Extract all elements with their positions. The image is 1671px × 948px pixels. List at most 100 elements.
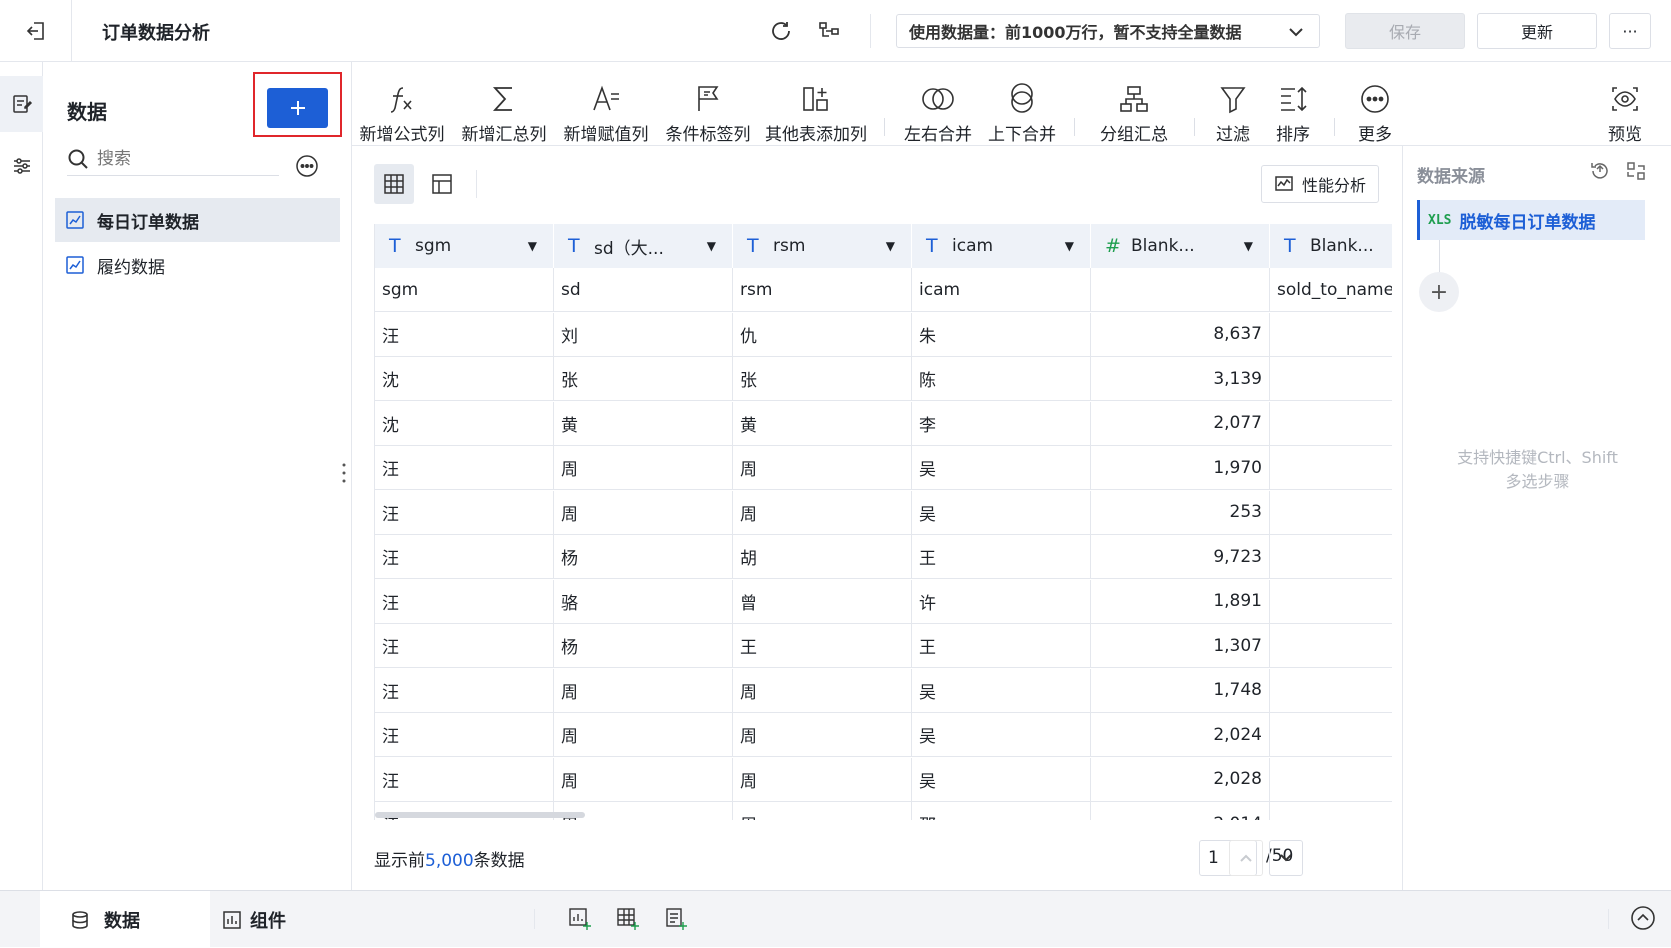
- tool-preview[interactable]: 预览: [1596, 62, 1654, 146]
- table-cell: [1270, 491, 1392, 535]
- grid-view-button[interactable]: [374, 164, 414, 204]
- tool-summary-column[interactable]: 新增汇总列: [454, 62, 554, 146]
- tool-label: 条件标签列: [665, 125, 751, 145]
- dropdown-arrow-icon[interactable]: ▼: [707, 239, 716, 253]
- group-icon: [1120, 86, 1148, 112]
- table-cell: 1,307: [1091, 624, 1270, 668]
- panel-title: 数据来源: [1417, 167, 1485, 187]
- rail-data-button[interactable]: [0, 76, 43, 132]
- dataset-item[interactable]: 每日订单数据: [55, 198, 340, 242]
- tool-condition-tag[interactable]: 条件标签列: [658, 62, 758, 146]
- column-header[interactable]: Tsd（大... ▼: [554, 224, 733, 268]
- column-header[interactable]: Trsm ▼: [733, 224, 912, 268]
- shortcut-hint: 支持快捷键Ctrl、Shift 多选步骤: [1403, 446, 1671, 494]
- collapse-bottom-button[interactable]: [1630, 905, 1656, 935]
- data-usage-select[interactable]: 使用数据量：前1000万行，暂不支持全量数据: [896, 14, 1320, 48]
- tool-filter[interactable]: 过滤: [1204, 62, 1262, 146]
- layout-view-button[interactable]: [422, 164, 462, 204]
- tool-label: 上下合并: [988, 125, 1056, 145]
- tool-sort[interactable]: 排序: [1264, 62, 1322, 146]
- plus-icon: [290, 101, 305, 115]
- table-cell: 2,014: [1091, 802, 1270, 820]
- switch-icon: [1627, 162, 1645, 180]
- divider: [870, 14, 871, 48]
- table-cell: 黄: [554, 401, 733, 446]
- table-cell: 3,139: [1091, 357, 1270, 401]
- table-cell: 2,024: [1091, 713, 1270, 757]
- table-cell: [1270, 446, 1392, 490]
- more-circle-icon: [296, 155, 318, 177]
- more-menu-button[interactable]: ···: [1609, 13, 1651, 49]
- connector-line: [1439, 240, 1440, 274]
- add-table-icon: [617, 908, 639, 930]
- table-cell: 杨: [554, 535, 733, 579]
- add-chart-button[interactable]: [568, 907, 592, 935]
- table-cell: [1270, 713, 1392, 757]
- table-cell: 2,028: [1091, 757, 1270, 802]
- save-button[interactable]: 保存: [1345, 13, 1465, 49]
- column-type-label: T: [747, 235, 759, 257]
- tab-component[interactable]: 组件: [222, 891, 286, 948]
- column-header[interactable]: Ticam ▼: [912, 224, 1091, 268]
- table-cell: 周: [733, 446, 912, 490]
- table-cell: 汪: [375, 535, 554, 579]
- tool-label: 新增公式列: [359, 125, 445, 145]
- table-cell: 沈: [375, 357, 554, 401]
- sliders-icon: [13, 158, 30, 174]
- add-step-button[interactable]: +: [1419, 272, 1459, 312]
- tab-data[interactable]: 数据: [40, 891, 210, 948]
- divider: [1074, 118, 1075, 136]
- table-cell: 汪: [375, 668, 554, 713]
- table-cell: 汪: [375, 713, 554, 757]
- rail-settings-button[interactable]: [0, 138, 43, 194]
- source-item[interactable]: XLS 脱敏每日订单数据: [1417, 200, 1645, 240]
- tool-more[interactable]: 更多: [1346, 62, 1404, 146]
- page-up-button[interactable]: [1229, 840, 1263, 876]
- dataset-item[interactable]: 履约数据: [55, 243, 340, 287]
- add-table-button[interactable]: [616, 907, 640, 935]
- exit-button[interactable]: [0, 0, 72, 62]
- table-cell: 8,637: [1091, 312, 1270, 357]
- table-cell: [1270, 802, 1392, 820]
- field-name-cell: rsm: [733, 268, 912, 312]
- column-header[interactable]: # Blank... ▼: [1091, 224, 1270, 268]
- exit-icon: [26, 22, 44, 40]
- switch-layout-button[interactable]: [1625, 160, 1647, 186]
- panel-resize-handle[interactable]: [342, 462, 346, 488]
- performance-analysis-button[interactable]: 性能分析: [1261, 165, 1379, 203]
- dropdown-arrow-icon[interactable]: ▼: [528, 239, 537, 253]
- dropdown-arrow-icon[interactable]: ▼: [886, 239, 895, 253]
- dataset-item-label: 履约数据: [97, 257, 165, 278]
- panel-more-button[interactable]: [295, 154, 319, 182]
- table-cell: 朱: [912, 312, 1091, 357]
- table-cell: 胡: [733, 535, 912, 579]
- field-name-cell: sold_to_name: [1270, 268, 1392, 312]
- refresh-button[interactable]: [767, 17, 795, 45]
- tool-label: 分组汇总: [1100, 125, 1168, 145]
- history-button[interactable]: [1589, 160, 1611, 186]
- column-header[interactable]: T Blank...: [1270, 224, 1392, 268]
- bottom-bar: 数据 组件: [0, 890, 1671, 948]
- lineage-button[interactable]: [815, 17, 843, 45]
- dropdown-arrow-icon[interactable]: ▼: [1065, 239, 1074, 253]
- update-button[interactable]: 更新: [1477, 13, 1597, 49]
- dropdown-arrow-icon[interactable]: ▼: [1244, 239, 1253, 253]
- data-source-panel: 数据来源 XLS 脱敏每日订单数据 + 支持快捷键Ctrl、Shift 多选步骤: [1402, 146, 1671, 890]
- add-data-button[interactable]: [267, 88, 328, 128]
- column-header[interactable]: Tsgm ▼: [375, 224, 554, 268]
- tool-assign-column[interactable]: 新增赋值列: [556, 62, 656, 146]
- search-input[interactable]: [97, 148, 267, 169]
- tool-formula-column[interactable]: 新增公式列: [352, 62, 452, 146]
- tool-group-summary[interactable]: 分组汇总: [1084, 62, 1184, 146]
- add-report-button[interactable]: [664, 907, 688, 935]
- horizontal-scrollbar[interactable]: [375, 812, 585, 818]
- top-bar: 订单数据分析 使用数据量：前1000万行，暂不支持全量数据 保存 更新 ···: [0, 0, 1671, 62]
- table-cell: 邵: [912, 802, 1091, 820]
- add-report-icon: [666, 908, 687, 930]
- tool-union[interactable]: 上下合并: [980, 62, 1064, 146]
- table-cell: [1270, 669, 1392, 713]
- tool-join[interactable]: 左右合并: [896, 62, 980, 146]
- row-count-info: 显示前5,000条数据: [374, 846, 525, 871]
- page-down-button[interactable]: [1269, 840, 1303, 876]
- tool-add-column-from-table[interactable]: 其他表添加列: [758, 62, 874, 146]
